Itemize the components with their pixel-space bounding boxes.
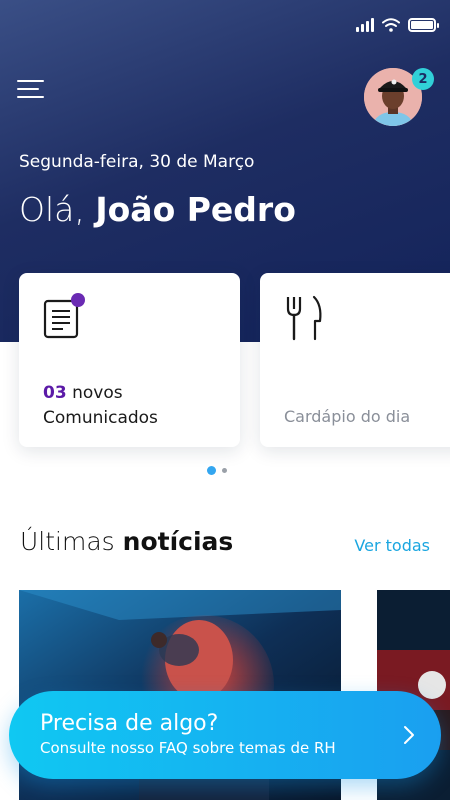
announcements-label-line1: novos [72,383,123,403]
status-bar [356,18,439,32]
menu-of-the-day-label: Cardápio do dia [284,407,411,426]
signal-icon [356,18,374,32]
menu-of-the-day-card[interactable]: Cardápio do dia [260,273,450,447]
news-section-title: Últimas notícias [20,527,233,556]
battery-icon [408,18,439,32]
see-all-link[interactable]: Ver todas [354,536,430,555]
unread-dot [71,293,85,307]
announcements-count: 03 [43,383,67,403]
carousel-pager [207,466,227,475]
announcements-card[interactable]: 03 novos Comunicados [19,273,240,447]
wifi-icon [382,18,400,32]
greeting-prefix: Olá, [19,190,85,229]
news-title-bold: notícias [122,527,234,556]
user-name: João Pedro [95,190,296,229]
news-title-light: Últimas [20,527,115,556]
current-date: Segunda-feira, 30 de Março [19,152,255,172]
notification-badge: 2 [412,68,434,90]
faq-banner[interactable]: Precisa de algo? Consulte nosso FAQ sobr… [9,691,441,779]
profile-avatar[interactable]: 2 [364,68,434,126]
faq-subtitle: Consulte nosso FAQ sobre temas de RH [40,739,336,757]
pager-dot-active[interactable] [207,466,216,475]
faq-title: Precisa de algo? [40,711,219,736]
announcements-label-line2: Comunicados [43,408,158,428]
pager-dot[interactable] [222,468,227,473]
announcements-label: 03 novos Comunicados [43,381,158,431]
fork-knife-icon [286,295,322,341]
greeting: Olá, João Pedro [19,190,296,229]
chevron-right-icon [404,726,414,744]
menu-button[interactable] [17,78,47,100]
